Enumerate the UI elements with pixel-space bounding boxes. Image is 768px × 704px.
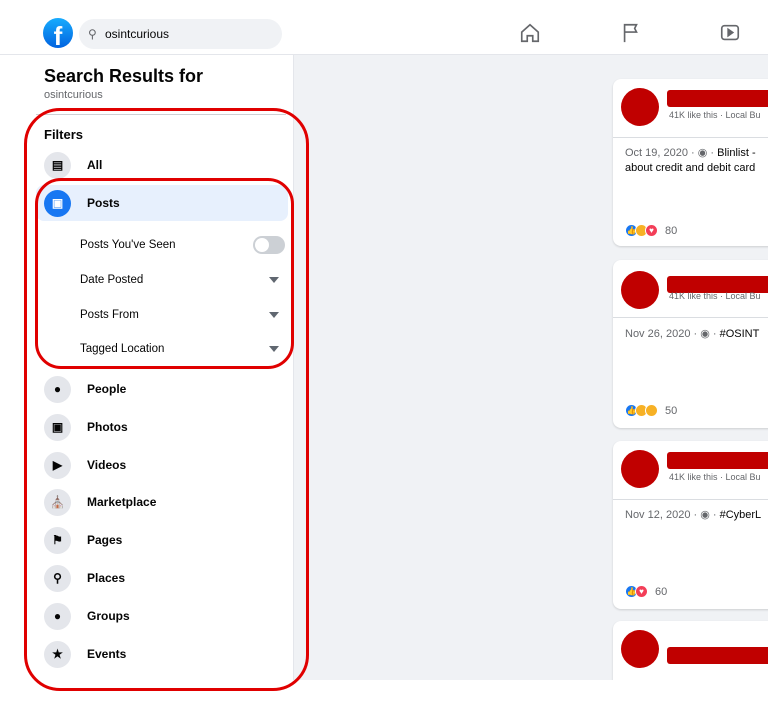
avatar	[621, 630, 659, 668]
page-meta: 41K like this · Local Bu	[669, 110, 761, 120]
post-card[interactable]: 41K like this · Local Bu Nov 26, 2020 · …	[613, 260, 768, 428]
post-date[interactable]: Nov 26, 2020 ·	[625, 328, 700, 340]
filters-heading: Filters	[44, 127, 84, 142]
posts-seen-toggle[interactable]	[253, 236, 285, 254]
search-value: osintcurious	[105, 27, 170, 41]
filter-posts[interactable]: ▣ Posts	[36, 185, 288, 221]
flag-icon[interactable]	[620, 22, 642, 44]
search-input[interactable]: ⚲ osintcurious	[79, 19, 282, 49]
divider	[613, 137, 768, 138]
post-text: Nov 26, 2020 · ◉ · #OSINT	[625, 327, 759, 342]
tagged-location-label: Tagged Location	[80, 343, 165, 355]
filter-marketplace[interactable]: ⛪ Marketplace	[36, 484, 288, 520]
filter-places[interactable]: ⚲ Places	[36, 560, 288, 596]
posts-seen-label: Posts You've Seen	[80, 239, 176, 251]
love-reaction-icon: ♥	[635, 585, 648, 598]
search-query: osintcurious	[44, 89, 103, 101]
marketplace-icon: ⛪	[44, 488, 71, 516]
caret-down-icon	[269, 346, 279, 352]
groups-icon: ●	[44, 602, 71, 630]
post-date[interactable]: Oct 19, 2020 ·	[625, 147, 698, 159]
filter-photos[interactable]: ▣ Photos	[36, 409, 288, 445]
posts-icon: ▣	[44, 189, 71, 217]
reaction-count: 60	[655, 585, 668, 598]
posts-from-dropdown[interactable]: Posts From	[80, 305, 285, 325]
watch-icon[interactable]	[719, 22, 741, 44]
date-posted-label: Date Posted	[80, 274, 144, 286]
reactions[interactable]: 👍 50	[625, 404, 677, 417]
tagged-location-dropdown[interactable]: Tagged Location	[80, 339, 285, 359]
filter-label: Posts	[87, 196, 120, 210]
filter-label: Events	[87, 647, 127, 661]
feed-icon: ▤	[44, 151, 71, 179]
filter-label: Groups	[87, 609, 130, 623]
posts-seen-toggle-row[interactable]: Posts You've Seen	[80, 235, 285, 255]
filter-label: Photos	[87, 420, 128, 434]
avatar	[621, 88, 659, 126]
post-author[interactable]: #CyberL	[720, 509, 762, 521]
page-meta: 41K like this · Local Bu	[669, 291, 761, 301]
globe-icon: ◉ ·	[700, 509, 720, 521]
people-icon: ●	[44, 375, 71, 403]
globe-icon: ◉ ·	[700, 328, 720, 340]
photos-icon: ▣	[44, 413, 71, 441]
events-icon: ★	[44, 640, 71, 668]
reaction-count: 50	[665, 404, 678, 417]
filter-pages[interactable]: ⚑ Pages	[36, 522, 288, 558]
page-title: Search Results for	[44, 66, 204, 86]
post-date[interactable]: Nov 12, 2020 ·	[625, 509, 700, 521]
date-posted-dropdown[interactable]: Date Posted	[80, 270, 285, 290]
filter-people[interactable]: ● People	[36, 371, 288, 407]
divider	[36, 114, 286, 115]
post-body: about credit and debit card	[625, 162, 756, 174]
redacted-name	[667, 452, 768, 469]
filter-all[interactable]: ▤ All	[36, 147, 288, 183]
reactions[interactable]: 👍 ♥ 60	[625, 585, 667, 598]
post-card[interactable]: 41K like this · Local Bu Oct 19, 2020 · …	[613, 79, 768, 246]
globe-icon: ◉ ·	[697, 147, 718, 159]
posts-from-label: Posts From	[80, 309, 139, 321]
filter-groups[interactable]: ● Groups	[36, 598, 288, 634]
post-text: Oct 19, 2020 · ◉ · Blinlist - about credi…	[625, 146, 756, 176]
home-icon[interactable]	[519, 22, 541, 44]
divider	[613, 317, 768, 318]
top-bar: f ⚲ osintcurious	[0, 0, 768, 55]
flag-icon: ⚑	[44, 526, 71, 554]
filter-videos[interactable]: ▶ Videos	[36, 447, 288, 483]
post-card[interactable]: 41K like this · Local Bu Nov 12, 2020 · …	[613, 441, 768, 609]
search-icon: ⚲	[88, 27, 97, 41]
post-text: Nov 12, 2020 · ◉ · #CyberL	[625, 508, 761, 523]
facebook-logo-icon[interactable]: f	[43, 18, 73, 48]
redacted-name	[667, 90, 768, 107]
reaction-count: 80	[665, 224, 678, 237]
filter-events[interactable]: ★ Events	[36, 636, 288, 672]
filter-label: Places	[87, 571, 126, 585]
post-card[interactable]	[613, 621, 768, 680]
wow-reaction-icon	[645, 404, 658, 417]
caret-down-icon	[269, 312, 279, 318]
filter-label: Marketplace	[87, 495, 157, 509]
caret-down-icon	[269, 277, 279, 283]
results-feed: 41K like this · Local Bu Oct 19, 2020 · …	[294, 55, 768, 680]
filter-label: All	[87, 158, 103, 172]
post-author[interactable]: #OSINT	[720, 328, 760, 340]
filter-label: Videos	[87, 458, 127, 472]
avatar	[621, 450, 659, 488]
page-meta: 41K like this · Local Bu	[669, 472, 761, 482]
filter-label: People	[87, 382, 127, 396]
avatar	[621, 271, 659, 309]
divider	[613, 499, 768, 500]
video-icon: ▶	[44, 451, 71, 479]
redacted-name	[667, 647, 768, 664]
pin-icon: ⚲	[44, 564, 71, 592]
filter-label: Pages	[87, 533, 123, 547]
love-reaction-icon: ♥	[645, 224, 658, 237]
post-author[interactable]: Blinlist -	[717, 147, 756, 159]
reactions[interactable]: 👍 ♥ 80	[625, 224, 677, 237]
